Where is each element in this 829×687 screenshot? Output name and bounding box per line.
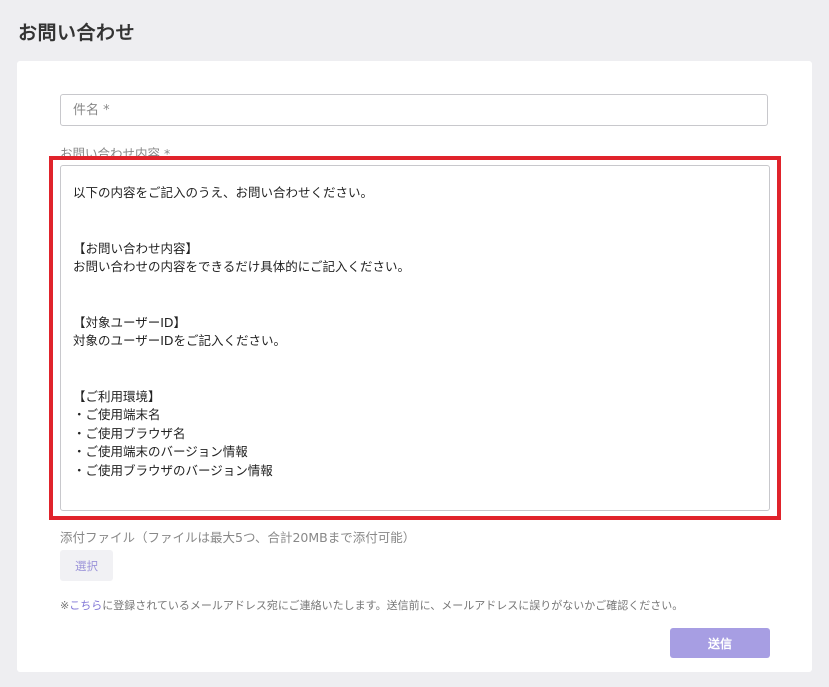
content-label: お問い合わせ内容 *	[60, 146, 171, 161]
content-line	[73, 295, 757, 314]
content-line	[73, 203, 757, 222]
contact-form-card: お問い合わせ内容 * 以下の内容をご記入のうえ、お問い合わせください。 【お問い…	[17, 61, 812, 672]
submit-button[interactable]: 送信	[670, 628, 770, 658]
content-line	[73, 351, 757, 370]
content-line	[73, 221, 757, 240]
page-title: お問い合わせ	[18, 22, 136, 44]
content-line: ・ご使用端末名	[73, 407, 161, 422]
content-line: 【ご利用環境】	[73, 388, 161, 404]
content-line	[73, 369, 757, 388]
attachment-label: 添付ファイル（ファイルは最大5つ、合計20MBまで添付可能）	[60, 530, 416, 545]
select-file-button[interactable]: 選択	[60, 550, 113, 581]
notice-text: に登録されているメールアドレス宛にご連絡いたします。送信前に、メールアドレスに誤…	[102, 599, 684, 612]
notice-prefix: ※	[60, 599, 70, 612]
content-line: ・ご使用端末のバージョン情報	[73, 444, 248, 459]
content-line: 以下の内容をご記入のうえ、お問い合わせください。	[73, 185, 374, 200]
content-line	[73, 277, 757, 296]
content-line: 【お問い合わせ内容】	[73, 240, 199, 256]
subject-input[interactable]	[60, 94, 768, 126]
content-line: 対象のユーザーIDをご記入ください。	[73, 333, 287, 348]
content-line: 【対象ユーザーID】	[73, 314, 187, 330]
content-textarea[interactable]: 以下の内容をご記入のうえ、お問い合わせください。 【お問い合わせ内容】 お問い合…	[60, 165, 770, 511]
email-notice: ※こちらに登録されているメールアドレス宛にご連絡いたします。送信前に、メールアド…	[60, 597, 683, 613]
notice-link[interactable]: こちら	[69, 599, 102, 612]
content-line: ・ご使用ブラウザのバージョン情報	[73, 462, 273, 478]
content-line: ・ご使用ブラウザ名	[73, 425, 186, 441]
content-line: お問い合わせの内容をできるだけ具体的にご記入ください。	[73, 259, 411, 274]
